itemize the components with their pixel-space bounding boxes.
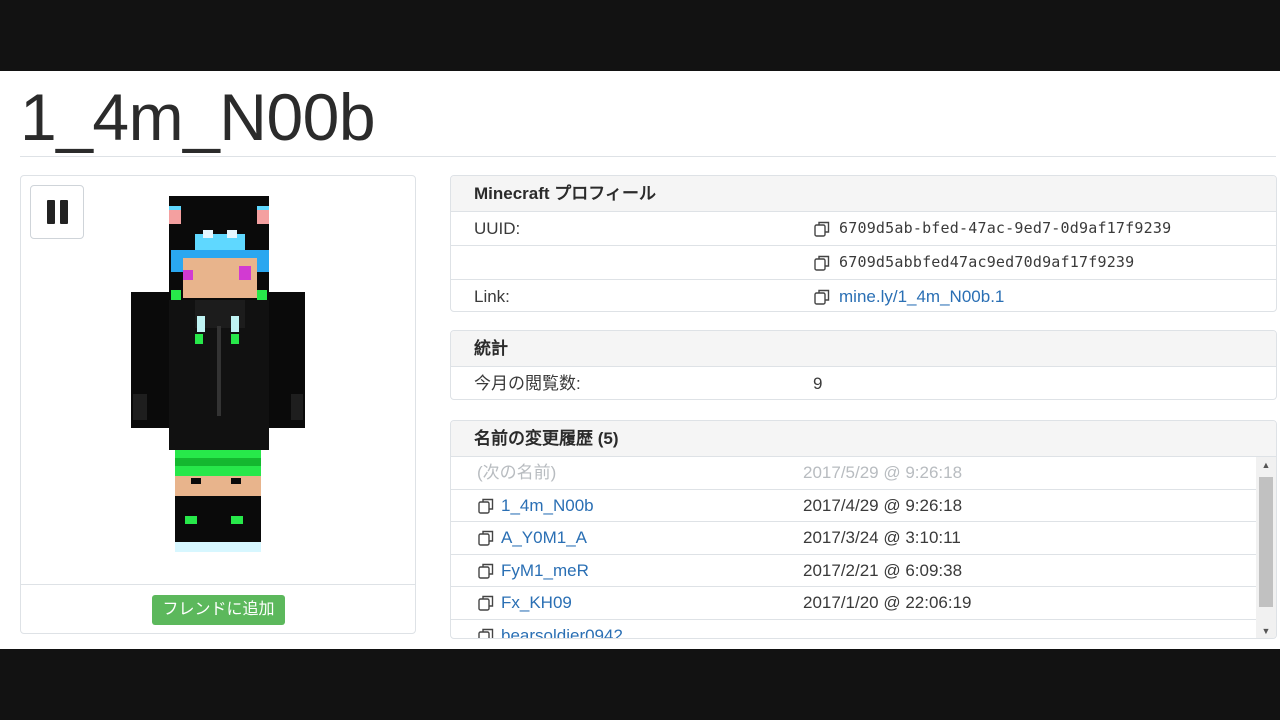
skin-viewer-card: フレンドに追加 xyxy=(20,175,416,634)
history-date: 2017/1/20 @ 22:06:19 xyxy=(803,593,972,612)
views-label: 今月の閲覧数: xyxy=(474,374,581,393)
history-name-link[interactable]: Fx_KH09 xyxy=(501,587,572,619)
history-date: 2017/2/21 @ 6:09:38 xyxy=(803,560,963,580)
copy-icon[interactable] xyxy=(477,627,495,640)
copy-icon[interactable] xyxy=(477,529,495,547)
add-friend-button[interactable]: フレンドに追加 xyxy=(152,595,285,625)
copy-icon[interactable] xyxy=(477,594,495,612)
history-name-link[interactable]: FyM1_meR xyxy=(501,555,589,587)
history-heading: 名前の変更履歴 (5) xyxy=(451,421,1276,457)
stats-heading: 統計 xyxy=(451,331,1276,367)
history-name-link[interactable]: bearsoldier0942 xyxy=(501,620,623,639)
history-row: Fx_KH09 2017/1/20 @ 22:06:19 xyxy=(451,587,1256,620)
uuid-text: 6709d5ab-bfed-47ac-9ed7-0d9af17f9239 xyxy=(839,219,1172,237)
scroll-up-arrow-icon[interactable]: ▲ xyxy=(1256,457,1276,473)
copy-icon[interactable] xyxy=(813,288,831,306)
views-value: 9 xyxy=(813,374,823,393)
pause-button[interactable] xyxy=(30,185,84,239)
history-date: 2017/5/29 @ 9:26:18 xyxy=(803,463,963,482)
uuid-short-row: 6709d5abbfed47ac9ed70d9af17f9239 xyxy=(451,246,1276,280)
pause-icon-bar xyxy=(59,200,68,224)
name-history-panel: 名前の変更履歴 (5) (次の名前) 2017/5/29 @ 9:26:18 1… xyxy=(450,420,1277,639)
title-divider xyxy=(20,156,1276,157)
history-name: (次の名前) xyxy=(477,463,557,482)
history-name-link[interactable]: A_Y0M1_A xyxy=(501,522,587,554)
profile-heading: Minecraft プロフィール xyxy=(451,176,1276,212)
views-row: 今月の閲覧数: 9 xyxy=(451,367,1276,399)
pause-icon xyxy=(46,200,55,224)
history-date: 2017/3/24 @ 3:10:11 xyxy=(803,528,961,547)
minecraft-profile-panel: Minecraft プロフィール UUID: 6709d5ab-bfed-47a… xyxy=(450,175,1277,312)
link-value: mine.ly/1_4m_N00b.1 xyxy=(813,280,1004,311)
copy-icon[interactable] xyxy=(477,562,495,580)
copy-icon[interactable] xyxy=(813,220,831,238)
bottom-letterbox xyxy=(0,649,1280,720)
uuid-short-value: 6709d5abbfed47ac9ed70d9af17f9239 xyxy=(813,246,1134,279)
card-footer-divider xyxy=(21,584,415,585)
link-label: Link: xyxy=(474,287,510,306)
profile-link[interactable]: mine.ly/1_4m_N00b.1 xyxy=(839,280,1004,311)
copy-icon[interactable] xyxy=(477,497,495,515)
copy-icon[interactable] xyxy=(813,254,831,272)
scroll-down-arrow-icon[interactable]: ▼ xyxy=(1256,623,1276,638)
link-row: Link: mine.ly/1_4m_N00b.1 xyxy=(451,280,1276,311)
uuid-row: UUID: 6709d5ab-bfed-47ac-9ed7-0d9af17f92… xyxy=(451,212,1276,246)
scroll-thumb[interactable] xyxy=(1259,477,1273,607)
history-list[interactable]: (次の名前) 2017/5/29 @ 9:26:18 1_4m_N00b 201… xyxy=(451,457,1276,640)
history-row: bearsoldier0942 xyxy=(451,620,1256,640)
skin-3d-preview[interactable] xyxy=(131,196,306,556)
stats-panel: 統計 今月の閲覧数: 9 xyxy=(450,330,1277,400)
uuid-short-text: 6709d5abbfed47ac9ed70d9af17f9239 xyxy=(839,253,1135,271)
history-row: 1_4m_N00b 2017/4/29 @ 9:26:18 xyxy=(451,490,1256,522)
history-name-link[interactable]: 1_4m_N00b xyxy=(501,490,594,522)
history-date: 2017/4/29 @ 9:26:18 xyxy=(803,495,963,515)
uuid-value: 6709d5ab-bfed-47ac-9ed7-0d9af17f9239 xyxy=(813,212,1171,245)
profile-page: 1_4m_N00b フレンドに追加 Minecraft プロフィール UUID:… xyxy=(0,71,1280,649)
top-letterbox xyxy=(0,0,1280,71)
page-title: 1_4m_N00b xyxy=(20,80,376,154)
uuid-label: UUID: xyxy=(474,219,521,238)
history-row: FyM1_meR 2017/2/21 @ 6:09:38 xyxy=(451,555,1256,587)
history-row: A_Y0M1_A 2017/3/24 @ 3:10:11 xyxy=(451,522,1256,555)
history-scrollbar[interactable]: ▲ ▼ xyxy=(1256,457,1276,638)
history-row: (次の名前) 2017/5/29 @ 9:26:18 xyxy=(451,457,1256,490)
